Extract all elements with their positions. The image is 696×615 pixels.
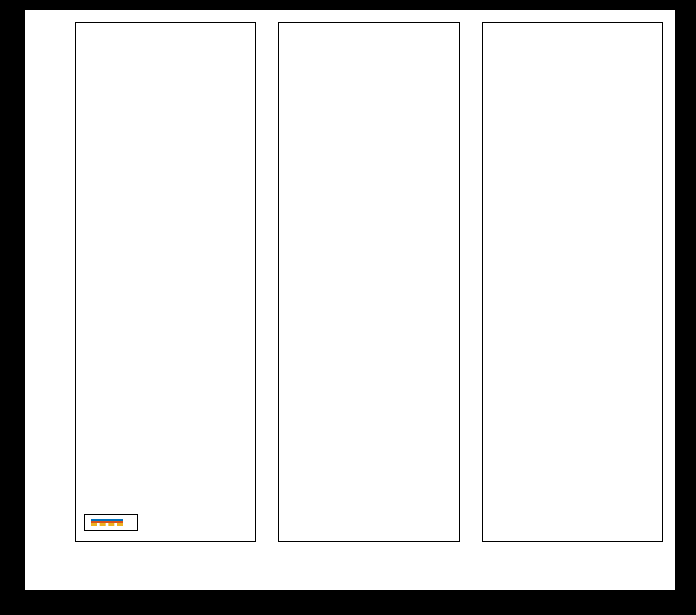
figure: 10-2 100 102 10-2 100 102 10-2 100 102 bbox=[25, 10, 675, 590]
panel-title-O13 bbox=[482, 0, 663, 20]
panel-title-O11 bbox=[75, 0, 256, 20]
panel-O11: 10-2 100 102 bbox=[75, 22, 256, 542]
plot-O12 bbox=[279, 23, 458, 541]
legend-swatch-svd bbox=[91, 523, 123, 526]
panel-title-O12 bbox=[278, 0, 459, 20]
plot-O13 bbox=[483, 23, 662, 541]
y-tick-labels bbox=[39, 22, 73, 542]
plot-O11 bbox=[76, 23, 255, 541]
panel-O13: 10-2 100 102 bbox=[482, 22, 663, 542]
panels-row: 10-2 100 102 10-2 100 102 10-2 100 102 bbox=[75, 22, 663, 542]
legend bbox=[84, 514, 138, 531]
canvas: 10-2 100 102 10-2 100 102 10-2 100 102 bbox=[0, 0, 696, 615]
legend-item-svd bbox=[91, 523, 129, 526]
panel-O12: 10-2 100 102 bbox=[278, 22, 459, 542]
panel-titles bbox=[75, 0, 663, 20]
